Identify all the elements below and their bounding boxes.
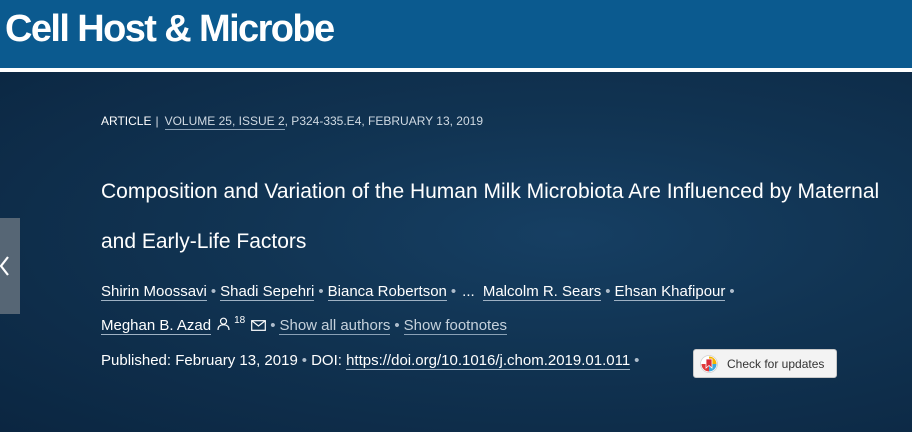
author-list: Shirin Moossavi • Shadi Sepehri • Bianca Rob… <box>101 277 891 341</box>
show-footnotes-link[interactable]: Show footnotes <box>403 317 508 335</box>
author-separator: • <box>270 317 276 334</box>
author-link[interactable]: Ehsan Khafipour <box>614 283 726 301</box>
publication-info: Published: February 13, 2019 • DOI: https:… <box>101 352 643 370</box>
journal-header: Cell Host & Microbe <box>0 0 912 68</box>
author-link[interactable]: Meghan B. Azad <box>101 317 212 335</box>
pages-date: , P324-335.E4, FEBRUARY 13, 2019 <box>284 114 483 128</box>
author-separator: • <box>394 317 400 334</box>
volume-issue-link[interactable]: VOLUME 25, ISSUE 2 <box>164 114 285 130</box>
doi-link[interactable]: https://doi.org/10.1016/j.chom.2019.01.0… <box>346 352 631 370</box>
sidebar-toggle[interactable] <box>0 218 20 314</box>
authors-ellipsis: ... <box>462 283 475 300</box>
pub-separator: • <box>634 352 640 369</box>
author-link[interactable]: Shadi Sepehri <box>220 283 315 301</box>
article-meta: ARTICLE | VOLUME 25, ISSUE 2, P324-335.E4,… <box>101 114 483 130</box>
mail-icon[interactable] <box>251 312 267 341</box>
check-for-updates-button[interactable]: Check for updates <box>693 349 837 378</box>
author-separator: • <box>318 283 324 300</box>
author-separator: • <box>450 283 457 300</box>
author-separator: • <box>729 283 735 300</box>
article-type: ARTICLE <box>101 114 152 128</box>
pub-separator: • <box>301 352 308 369</box>
doi-label: DOI: <box>311 352 342 369</box>
person-icon <box>217 312 230 341</box>
meta-separator: | <box>155 114 159 128</box>
author-separator: • <box>210 283 217 300</box>
corresponding-count: 18 <box>234 315 246 326</box>
author-separator: • <box>605 283 611 300</box>
article-title: Composition and Variation of the Human M… <box>101 180 880 253</box>
crossmark-icon <box>700 355 718 378</box>
check-for-updates-label: Check for updates <box>727 357 825 371</box>
author-link[interactable]: Malcolm R. Sears <box>482 283 602 301</box>
show-all-authors-link[interactable]: Show all authors <box>279 317 391 335</box>
author-link[interactable]: Bianca Robertson <box>327 283 447 301</box>
journal-title[interactable]: Cell Host & Microbe <box>5 6 335 52</box>
published-date: Published: February 13, 2019 <box>101 352 298 369</box>
author-link[interactable]: Shirin Moossavi <box>101 283 207 301</box>
chevron-left-icon <box>0 256 9 276</box>
